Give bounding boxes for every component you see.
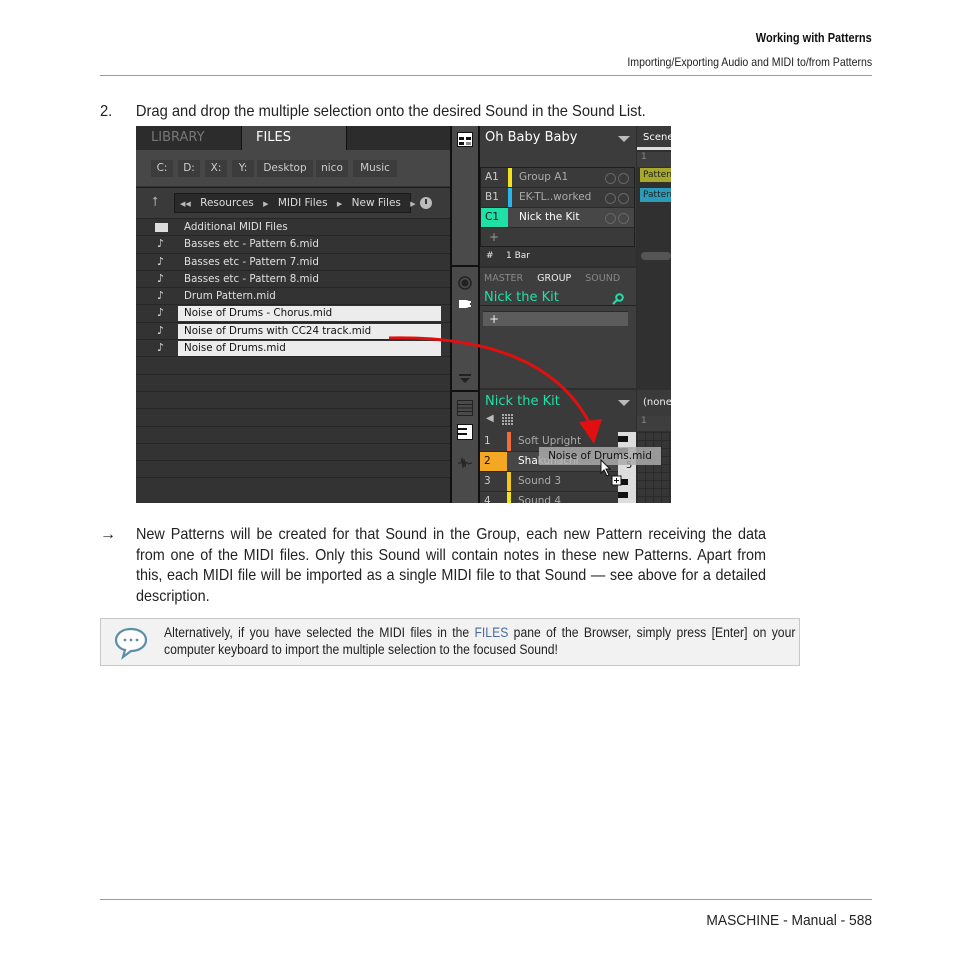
chapter-title: Working with Patterns [756,31,872,45]
tip-text-part: Alternatively, if you have selected the … [164,625,475,640]
footer-divider [100,899,872,900]
step-text: Drag and drop the multiple selection ont… [135,103,646,120]
header-divider [100,75,872,76]
step-number: 2. [100,103,113,120]
speech-bubble-icon [114,627,148,660]
maschine-screenshot: LIBRARY FILES C: D: X: Y: Desktop nico M… [136,126,671,503]
tip-text: Alternatively, if you have selected the … [164,624,795,658]
arrow-head [579,419,602,444]
drag-cursor-icon [600,459,622,486]
page-footer: MASCHINE - Manual - 588 [706,912,872,929]
step-instruction: 2. Drag and drop the multiple selection o… [100,103,646,121]
section-title: Importing/Exporting Audio and MIDI to/fr… [627,55,872,69]
result-text: New Patterns will be created for that So… [136,526,766,605]
result-arrow: → [100,526,116,543]
files-keyword: FILES [474,625,509,640]
tip-box: Alternatively, if you have selected the … [100,618,800,666]
